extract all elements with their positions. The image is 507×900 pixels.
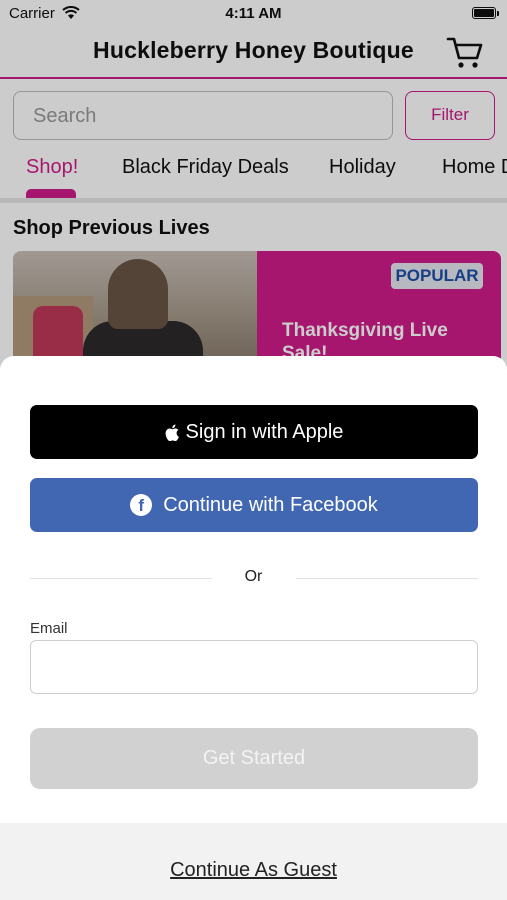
get-started-button[interactable]: Get Started	[30, 728, 478, 789]
continue-as-guest-link[interactable]: Continue As Guest	[0, 859, 507, 882]
apple-button-label: Sign in with Apple	[185, 420, 344, 443]
email-label: Email	[30, 620, 68, 637]
apple-icon	[165, 424, 179, 441]
facebook-icon: f	[130, 494, 153, 516]
or-label: Or	[244, 568, 263, 585]
sign-in-with-apple-button[interactable]: Sign in with Apple	[30, 405, 478, 459]
continue-with-facebook-button[interactable]: f Continue with Facebook	[30, 478, 478, 532]
guest-bar: Continue As Guest	[0, 823, 507, 900]
or-divider-right	[296, 578, 478, 579]
facebook-button-label: Continue with Facebook	[163, 493, 378, 516]
email-field[interactable]	[30, 640, 478, 694]
sign-in-sheet: Sign in with Apple f Continue with Faceb…	[0, 356, 507, 900]
